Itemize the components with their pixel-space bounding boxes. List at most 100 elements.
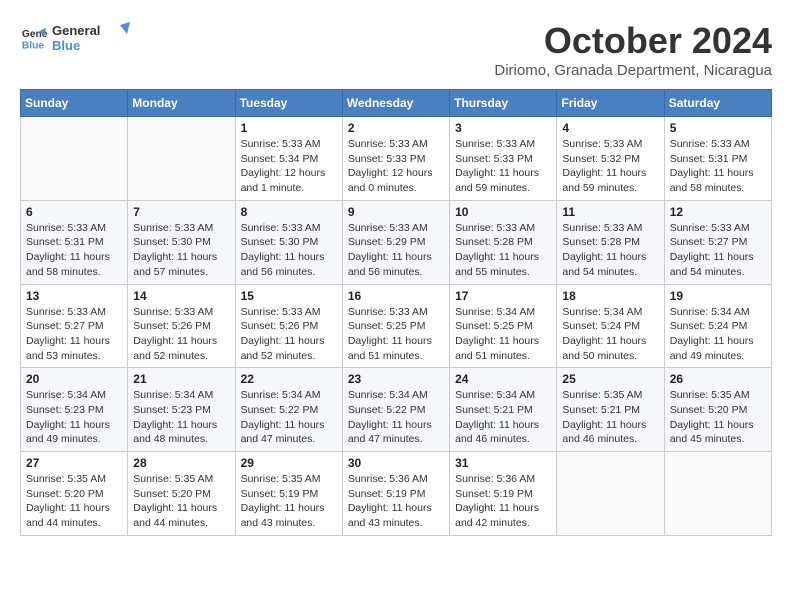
day-number: 13: [26, 289, 122, 303]
calendar-cell: 27Sunrise: 5:35 AM Sunset: 5:20 PM Dayli…: [21, 452, 128, 536]
day-number: 2: [348, 121, 444, 135]
day-number: 9: [348, 205, 444, 219]
calendar-cell: 4 Sunrise: 5:33 AM Sunset: 5:32 PM Daylig…: [557, 117, 664, 201]
day-number: 22: [241, 372, 337, 386]
day-number: 14: [133, 289, 229, 303]
calendar-week-row: 1 Sunrise: 5:33 AM Sunset: 5:34 PM Daylig…: [21, 117, 772, 201]
day-info: Sunrise: 5:35 AM Sunset: 5:20 PM Dayligh…: [670, 388, 766, 447]
calendar-cell: 13Sunrise: 5:33 AM Sunset: 5:27 PM Dayli…: [21, 284, 128, 368]
calendar-cell: [557, 452, 664, 536]
svg-text:Blue: Blue: [52, 38, 80, 53]
logo: General Blue General Blue: [20, 20, 132, 56]
calendar-cell: 1 Sunrise: 5:33 AM Sunset: 5:34 PM Daylig…: [235, 117, 342, 201]
day-info: Sunrise: 5:33 AM Sunset: 5:32 PM Dayligh…: [562, 137, 658, 196]
calendar-cell: 28 Sunrise: 5:35 AM Sunset: 5:20 PM Dayli…: [128, 452, 235, 536]
svg-text:General: General: [52, 23, 100, 38]
day-info: Sunrise: 5:34 AM Sunset: 5:24 PM Dayligh…: [562, 305, 658, 364]
calendar-cell: 15Sunrise: 5:33 AM Sunset: 5:26 PM Dayli…: [235, 284, 342, 368]
day-number: 31: [455, 456, 551, 470]
day-info: Sunrise: 5:34 AM Sunset: 5:22 PM Dayligh…: [241, 388, 337, 447]
day-number: 21: [133, 372, 229, 386]
calendar-cell: 25 Sunrise: 5:35 AM Sunset: 5:21 PM Dayli…: [557, 368, 664, 452]
title-area: October 2024 Diriomo, Granada Department…: [494, 20, 772, 79]
day-number: 17: [455, 289, 551, 303]
day-info: Sunrise: 5:33 AM Sunset: 5:25 PM Dayligh…: [348, 305, 444, 364]
day-number: 24: [455, 372, 551, 386]
day-info: Sunrise: 5:36 AM Sunset: 5:19 PM Dayligh…: [348, 472, 444, 531]
day-number: 29: [241, 456, 337, 470]
calendar-cell: 11 Sunrise: 5:33 AM Sunset: 5:28 PM Dayli…: [557, 200, 664, 284]
location-subtitle: Diriomo, Granada Department, Nicaragua: [494, 62, 772, 79]
day-info: Sunrise: 5:33 AM Sunset: 5:30 PM Dayligh…: [241, 221, 337, 280]
day-number: 10: [455, 205, 551, 219]
day-number: 3: [455, 121, 551, 135]
calendar-cell: [664, 452, 771, 536]
day-info: Sunrise: 5:33 AM Sunset: 5:27 PM Dayligh…: [670, 221, 766, 280]
calendar-cell: 26 Sunrise: 5:35 AM Sunset: 5:20 PM Dayli…: [664, 368, 771, 452]
day-info: Sunrise: 5:34 AM Sunset: 5:23 PM Dayligh…: [133, 388, 229, 447]
calendar-cell: 30Sunrise: 5:36 AM Sunset: 5:19 PM Dayli…: [342, 452, 449, 536]
calendar-cell: [128, 117, 235, 201]
day-header-thursday: Thursday: [450, 90, 557, 117]
day-info: Sunrise: 5:34 AM Sunset: 5:25 PM Dayligh…: [455, 305, 551, 364]
calendar-cell: 23 Sunrise: 5:34 AM Sunset: 5:22 PM Dayli…: [342, 368, 449, 452]
calendar-week-row: 20Sunrise: 5:34 AM Sunset: 5:23 PM Dayli…: [21, 368, 772, 452]
day-number: 27: [26, 456, 122, 470]
calendar-cell: 2 Sunrise: 5:33 AM Sunset: 5:33 PM Daylig…: [342, 117, 449, 201]
day-header-monday: Monday: [128, 90, 235, 117]
day-header-saturday: Saturday: [664, 90, 771, 117]
svg-text:Blue: Blue: [22, 40, 45, 51]
day-info: Sunrise: 5:34 AM Sunset: 5:23 PM Dayligh…: [26, 388, 122, 447]
day-number: 6: [26, 205, 122, 219]
calendar-cell: 3Sunrise: 5:33 AM Sunset: 5:33 PM Daylig…: [450, 117, 557, 201]
day-header-wednesday: Wednesday: [342, 90, 449, 117]
day-info: Sunrise: 5:33 AM Sunset: 5:31 PM Dayligh…: [670, 137, 766, 196]
calendar-cell: 6Sunrise: 5:33 AM Sunset: 5:31 PM Daylig…: [21, 200, 128, 284]
day-number: 28: [133, 456, 229, 470]
calendar-cell: 8Sunrise: 5:33 AM Sunset: 5:30 PM Daylig…: [235, 200, 342, 284]
day-info: Sunrise: 5:35 AM Sunset: 5:20 PM Dayligh…: [133, 472, 229, 531]
calendar-cell: 14Sunrise: 5:33 AM Sunset: 5:26 PM Dayli…: [128, 284, 235, 368]
day-header-sunday: Sunday: [21, 90, 128, 117]
day-header-friday: Friday: [557, 90, 664, 117]
day-number: 12: [670, 205, 766, 219]
logo-icon: General Blue: [20, 24, 48, 52]
day-info: Sunrise: 5:36 AM Sunset: 5:19 PM Dayligh…: [455, 472, 551, 531]
day-info: Sunrise: 5:35 AM Sunset: 5:21 PM Dayligh…: [562, 388, 658, 447]
day-info: Sunrise: 5:33 AM Sunset: 5:28 PM Dayligh…: [562, 221, 658, 280]
page-header: General Blue General Blue October 2024 D…: [20, 20, 772, 79]
day-number: 1: [241, 121, 337, 135]
calendar-cell: 7Sunrise: 5:33 AM Sunset: 5:30 PM Daylig…: [128, 200, 235, 284]
day-number: 23: [348, 372, 444, 386]
day-number: 16: [348, 289, 444, 303]
calendar-table: SundayMondayTuesdayWednesdayThursdayFrid…: [20, 89, 772, 536]
day-number: 26: [670, 372, 766, 386]
day-number: 19: [670, 289, 766, 303]
day-info: Sunrise: 5:34 AM Sunset: 5:22 PM Dayligh…: [348, 388, 444, 447]
day-number: 25: [562, 372, 658, 386]
calendar-cell: 22 Sunrise: 5:34 AM Sunset: 5:22 PM Dayli…: [235, 368, 342, 452]
day-number: 7: [133, 205, 229, 219]
day-info: Sunrise: 5:33 AM Sunset: 5:28 PM Dayligh…: [455, 221, 551, 280]
calendar-cell: 29Sunrise: 5:35 AM Sunset: 5:19 PM Dayli…: [235, 452, 342, 536]
calendar-cell: 9 Sunrise: 5:33 AM Sunset: 5:29 PM Daylig…: [342, 200, 449, 284]
calendar-cell: 20Sunrise: 5:34 AM Sunset: 5:23 PM Dayli…: [21, 368, 128, 452]
day-info: Sunrise: 5:33 AM Sunset: 5:34 PM Dayligh…: [241, 137, 337, 196]
calendar-cell: 18Sunrise: 5:34 AM Sunset: 5:24 PM Dayli…: [557, 284, 664, 368]
calendar-cell: 16 Sunrise: 5:33 AM Sunset: 5:25 PM Dayli…: [342, 284, 449, 368]
day-header-tuesday: Tuesday: [235, 90, 342, 117]
logo-svg: General Blue: [52, 20, 132, 56]
calendar-cell: [21, 117, 128, 201]
calendar-cell: 31 Sunrise: 5:36 AM Sunset: 5:19 PM Dayli…: [450, 452, 557, 536]
day-info: Sunrise: 5:33 AM Sunset: 5:29 PM Dayligh…: [348, 221, 444, 280]
day-info: Sunrise: 5:34 AM Sunset: 5:21 PM Dayligh…: [455, 388, 551, 447]
day-number: 4: [562, 121, 658, 135]
calendar-week-row: 6Sunrise: 5:33 AM Sunset: 5:31 PM Daylig…: [21, 200, 772, 284]
calendar-week-row: 13Sunrise: 5:33 AM Sunset: 5:27 PM Dayli…: [21, 284, 772, 368]
day-number: 11: [562, 205, 658, 219]
day-info: Sunrise: 5:33 AM Sunset: 5:33 PM Dayligh…: [348, 137, 444, 196]
day-info: Sunrise: 5:33 AM Sunset: 5:26 PM Dayligh…: [241, 305, 337, 364]
month-title: October 2024: [494, 20, 772, 62]
calendar-body: 1 Sunrise: 5:33 AM Sunset: 5:34 PM Daylig…: [21, 117, 772, 536]
calendar-cell: 21 Sunrise: 5:34 AM Sunset: 5:23 PM Dayli…: [128, 368, 235, 452]
